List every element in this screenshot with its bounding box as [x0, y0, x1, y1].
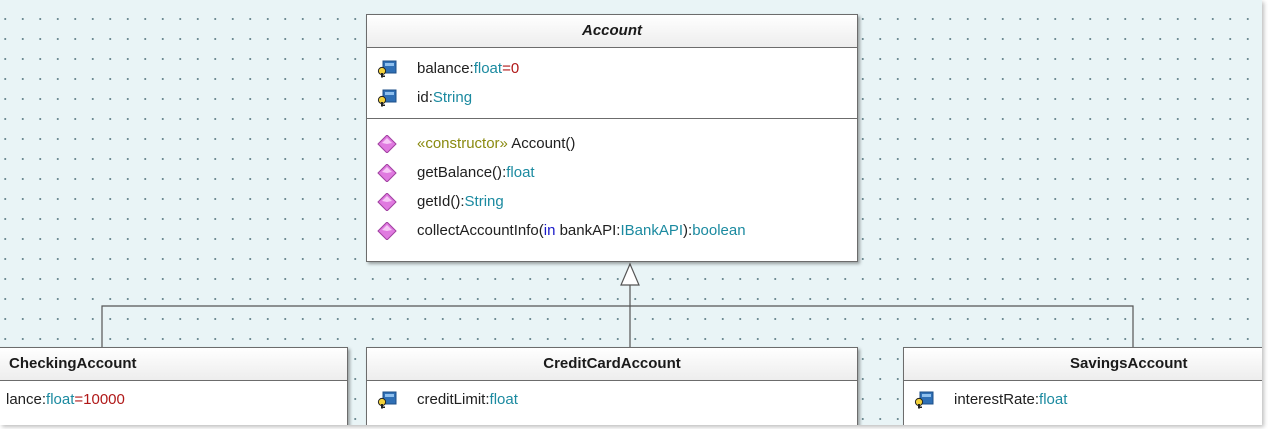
parameter-direction: in — [543, 222, 556, 239]
operation-type: float — [506, 164, 535, 181]
attribute-default: 10000 — [83, 391, 125, 408]
savings-attributes: interestRate:float — [904, 381, 1262, 420]
parameter-name: bankAPI — [555, 222, 617, 239]
operation-diamond-icon — [377, 135, 397, 153]
class-account-name: Account — [367, 15, 857, 48]
inheritance-arrowhead — [620, 262, 640, 286]
attribute-key-icon — [914, 391, 934, 409]
attribute-key-icon — [377, 391, 397, 409]
attribute-balance[interactable]: balance:float=0 — [367, 54, 857, 83]
class-account[interactable]: Account balance:float=0 id:String «const… — [366, 14, 858, 262]
operation-close: ): — [683, 222, 693, 239]
attribute-type: float — [1039, 391, 1068, 408]
attribute-type: float — [46, 391, 75, 408]
attribute-type: String — [432, 89, 473, 106]
account-operations: «constructor» Account() getBalance():flo… — [367, 119, 857, 251]
class-creditcard-account-name: CreditCardAccount — [367, 348, 857, 381]
operation-stereotype: «constructor» — [417, 135, 508, 152]
attribute-balance-partial[interactable]: lance:float=10000 — [0, 385, 347, 414]
class-savings-account-name: SavingsAccount — [904, 348, 1262, 381]
operation-name: Account() — [507, 135, 576, 152]
creditcard-attributes: creditLimit:float — [367, 381, 857, 420]
connector-savings-to-account — [630, 305, 1134, 350]
attribute-eq: = — [502, 60, 511, 77]
account-attributes: balance:float=0 id:String — [367, 48, 857, 119]
diagram-canvas[interactable]: Account balance:float=0 id:String «const… — [0, 0, 1262, 425]
attribute-name: lance — [6, 391, 42, 408]
operation-constructor[interactable]: «constructor» Account() — [367, 129, 857, 158]
attribute-eq: = — [74, 391, 84, 408]
class-checking-account-name: CheckingAccount — [0, 348, 347, 381]
attribute-default: 0 — [510, 60, 520, 77]
operation-collectaccountinfo[interactable]: collectAccountInfo(in bankAPI:IBankAPI):… — [367, 216, 857, 245]
operation-diamond-icon — [377, 193, 397, 211]
operation-getid[interactable]: getId():String — [367, 187, 857, 216]
attribute-name: id — [417, 89, 429, 106]
class-checking-account[interactable]: CheckingAccount lance:float=10000 — [0, 347, 348, 425]
connector-checking-to-account — [101, 305, 630, 350]
operation-type: boolean — [692, 222, 746, 239]
attribute-name: interestRate — [954, 391, 1035, 408]
operation-diamond-icon — [377, 222, 397, 240]
attribute-type: float — [473, 60, 503, 77]
operation-type: String — [464, 193, 504, 210]
attribute-name: creditLimit — [417, 391, 486, 408]
checking-attributes: lance:float=10000 — [0, 381, 347, 420]
attribute-creditlimit[interactable]: creditLimit:float — [367, 385, 857, 414]
attribute-interestrate[interactable]: interestRate:float — [904, 385, 1262, 414]
operation-name: getBalance() — [417, 164, 503, 181]
operation-getbalance[interactable]: getBalance():float — [367, 158, 857, 187]
attribute-id[interactable]: id:String — [367, 83, 857, 112]
operation-name: collectAccountInfo( — [417, 222, 544, 239]
class-creditcard-account[interactable]: CreditCardAccount creditLimit:float — [366, 347, 858, 425]
attribute-type: float — [489, 391, 518, 408]
attribute-key-icon — [377, 89, 397, 107]
operation-name: getId() — [417, 193, 461, 210]
attribute-name: balance — [417, 60, 470, 77]
attribute-key-icon — [377, 60, 397, 78]
class-savings-account[interactable]: SavingsAccount interestRate:float — [903, 347, 1262, 425]
operation-diamond-icon — [377, 164, 397, 182]
parameter-type: IBankAPI — [620, 222, 684, 239]
